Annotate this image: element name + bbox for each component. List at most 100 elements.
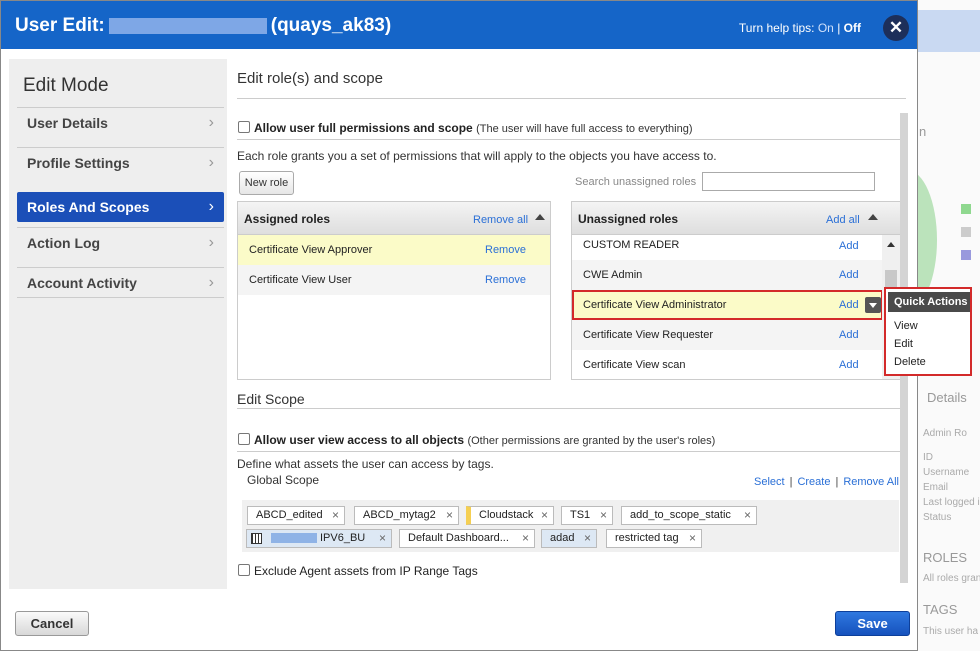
scope-tag[interactable]: Cloudstack ×: [466, 506, 554, 525]
sidebar-item-account-activity[interactable]: Account Activity ›: [17, 267, 224, 297]
tag-label: restricted tag: [615, 532, 679, 544]
scope-tag[interactable]: restricted tag ×: [606, 529, 702, 548]
scope-tag[interactable]: Default Dashboard... ×: [399, 529, 535, 548]
add-role-link[interactable]: Add: [839, 269, 859, 281]
divider: [237, 139, 906, 140]
remove-tag-icon[interactable]: ×: [379, 530, 386, 547]
sort-up-icon[interactable]: [868, 214, 878, 220]
assigned-role-row[interactable]: Certificate View Approver Remove: [238, 235, 550, 265]
chevron-right-icon: ›: [208, 234, 214, 251]
unassigned-role-row-selected[interactable]: Certificate View Administrator Add: [572, 290, 883, 320]
quick-action-edit[interactable]: Edit: [894, 338, 913, 350]
background-label: n: [919, 124, 927, 139]
save-button[interactable]: Save: [835, 611, 910, 636]
quick-action-view[interactable]: View: [894, 320, 918, 332]
unassigned-role-row[interactable]: Certificate View scan Add: [572, 350, 883, 379]
add-role-link[interactable]: Add: [839, 240, 859, 252]
help-tips-on-link[interactable]: On: [818, 21, 834, 35]
search-roles-input[interactable]: [702, 172, 875, 191]
search-roles-label: Search unassigned roles: [575, 176, 697, 188]
create-link[interactable]: Create: [797, 476, 830, 488]
modal-title: User Edit: (quays_ak83): [15, 15, 391, 37]
edit-mode-sidebar: Edit Mode User Details › Profile Settings…: [9, 59, 227, 589]
scope-tag[interactable]: IPV6_BU ×: [246, 529, 392, 548]
exclude-agent-checkbox[interactable]: [238, 564, 250, 576]
title-prefix: User Edit:: [15, 15, 105, 36]
scope-tag[interactable]: add_to_scope_static ×: [621, 506, 757, 525]
sidebar-item-user-details[interactable]: User Details ›: [17, 107, 224, 137]
help-tips-off-link[interactable]: Off: [844, 21, 861, 35]
remove-role-link[interactable]: Remove: [485, 274, 526, 286]
assigned-role-row[interactable]: Certificate View User Remove: [238, 265, 550, 295]
modal-header: User Edit: (quays_ak83) Turn help tips: O…: [1, 1, 917, 49]
quick-action-delete[interactable]: Delete: [894, 356, 926, 368]
add-role-link[interactable]: Add: [839, 329, 859, 341]
add-all-link[interactable]: Add all: [826, 214, 860, 226]
remove-tag-icon[interactable]: ×: [744, 507, 751, 524]
remove-tag-icon[interactable]: ×: [541, 507, 548, 524]
exclude-agent-label: Exclude Agent assets from IP Range Tags: [254, 564, 478, 578]
background-tags-heading: TAGS: [923, 602, 958, 617]
tag-label: adad: [550, 532, 575, 544]
sidebar-item-roles-and-scopes[interactable]: Roles And Scopes ›: [17, 192, 224, 222]
add-role-link[interactable]: Add: [839, 359, 859, 371]
view-access-checkbox[interactable]: [238, 433, 250, 445]
unassigned-role-row[interactable]: Certificate View Requester Add: [572, 320, 883, 350]
new-role-button[interactable]: New role: [239, 171, 294, 195]
sidebar-divider: [17, 297, 224, 298]
sidebar-item-action-log[interactable]: Action Log ›: [17, 227, 224, 257]
scrollbar-thumb[interactable]: [885, 270, 897, 288]
cancel-button[interactable]: Cancel: [15, 611, 89, 636]
unassigned-role-row[interactable]: CWE Admin Add: [572, 260, 883, 290]
scope-tag[interactable]: TS1 ×: [561, 506, 613, 525]
chevron-right-icon: ›: [208, 114, 214, 131]
tag-container[interactable]: ABCD_edited × ABCD_mytag2 × Cloudstack × TS…: [242, 500, 899, 552]
remove-tag-icon[interactable]: ×: [584, 530, 591, 547]
sidebar-item-label: User Details: [27, 115, 108, 131]
sort-up-icon[interactable]: [535, 214, 545, 220]
view-access-label: Allow user view access to all objects (O…: [254, 433, 715, 447]
help-tips: Turn help tips: On | Off: [739, 21, 861, 35]
chevron-right-icon: ›: [208, 274, 214, 291]
redacted-tag-prefix: [271, 533, 317, 544]
background-details-tab: Details: [927, 390, 967, 405]
unassigned-roles-header: Unassigned roles Add all: [572, 202, 900, 235]
role-name: Certificate View Requester: [583, 329, 714, 341]
remove-role-link[interactable]: Remove: [485, 244, 526, 256]
remove-all-link[interactable]: Remove all: [473, 214, 528, 226]
full-permissions-checkbox[interactable]: [238, 121, 250, 133]
tag-label: IPV6_BU: [320, 532, 366, 544]
asset-group-icon: [251, 533, 262, 544]
background-field: ID: [923, 452, 933, 463]
remove-all-tags-link[interactable]: Remove All: [843, 476, 899, 488]
scroll-up-icon[interactable]: [887, 242, 895, 247]
role-name: Certificate View User: [249, 274, 352, 286]
remove-tag-icon[interactable]: ×: [689, 530, 696, 547]
sidebar-item-profile-settings[interactable]: Profile Settings ›: [17, 147, 224, 177]
tag-label: Cloudstack: [479, 509, 534, 521]
background-field: Last logged in: [923, 497, 980, 508]
add-role-link[interactable]: Add: [839, 299, 859, 311]
quick-actions-menu: Quick Actions View Edit Delete: [884, 287, 972, 376]
remove-tag-icon[interactable]: ×: [600, 507, 607, 524]
background-field: Username: [923, 467, 970, 478]
scope-tag[interactable]: ABCD_mytag2 ×: [354, 506, 459, 525]
close-icon[interactable]: ✕: [883, 15, 909, 41]
unassigned-role-row[interactable]: CUSTOM READER Add: [572, 235, 883, 260]
select-link[interactable]: Select: [754, 476, 785, 488]
sidebar-item-label: Roles And Scopes: [27, 199, 150, 215]
remove-tag-icon[interactable]: ×: [332, 507, 339, 524]
sidebar-item-label: Action Log: [27, 235, 101, 251]
quick-actions-dropdown-icon[interactable]: [865, 297, 881, 313]
remove-tag-icon[interactable]: ×: [446, 507, 453, 524]
sidebar-title: Edit Mode: [23, 75, 109, 96]
role-name: CWE Admin: [583, 269, 643, 281]
remove-tag-icon[interactable]: ×: [522, 530, 529, 547]
scope-tag[interactable]: adad ×: [541, 529, 597, 548]
background-field: Email: [923, 482, 949, 493]
tag-label: ABCD_edited: [256, 509, 323, 521]
scope-tag[interactable]: ABCD_edited ×: [247, 506, 345, 525]
edit-scope-title: Edit Scope: [237, 391, 305, 407]
assigned-roles-title: Assigned roles: [244, 212, 331, 226]
roles-description: Each role grants you a set of permission…: [237, 149, 717, 163]
